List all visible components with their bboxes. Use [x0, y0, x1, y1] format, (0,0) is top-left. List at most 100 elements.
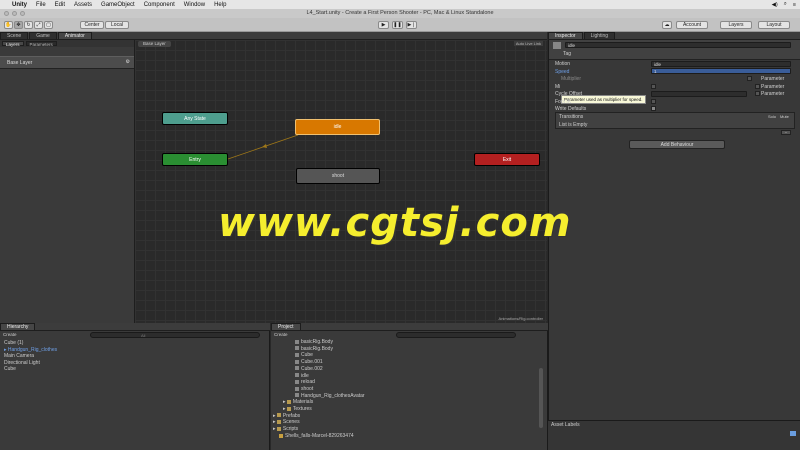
speed-label: Speed [555, 69, 570, 75]
state-name-field[interactable]: idle [565, 42, 791, 48]
search-icon[interactable]: ⌕ [784, 1, 787, 8]
cycle-param-checkbox[interactable] [755, 91, 760, 96]
state-shoot[interactable]: shoot [296, 168, 380, 184]
transitions-remove-button[interactable]: − [781, 130, 791, 135]
scene-tabs: Scene Game Animator [0, 32, 547, 40]
cloud-icon[interactable]: ☁ [662, 21, 672, 29]
animation-clip-icon [295, 373, 299, 378]
menu-file[interactable]: File [36, 2, 46, 8]
menu-window[interactable]: Window [184, 2, 205, 8]
mesh-icon [295, 366, 299, 371]
gear-icon[interactable]: ⚙ [126, 59, 130, 65]
menu-component[interactable]: Component [144, 2, 175, 8]
menu-app[interactable]: Unity [12, 2, 27, 8]
project-scrollbar[interactable] [539, 368, 543, 428]
layers-dropdown[interactable]: Layers [720, 21, 752, 29]
tab-inspector[interactable]: Inspector [548, 32, 583, 39]
transitions-label: Transitions [559, 114, 584, 120]
state-entry[interactable]: Entry [162, 153, 228, 166]
project-item[interactable]: Cube.001 [273, 359, 365, 366]
pivot-center-button[interactable]: Center [80, 21, 104, 29]
tab-hierarchy[interactable]: Hierarchy [0, 323, 36, 330]
tab-animator[interactable]: Animator [57, 32, 92, 39]
rotate-tool-icon[interactable]: ↻ [24, 21, 33, 29]
hierarchy-item[interactable]: Cube [4, 366, 57, 373]
foot-ik-checkbox[interactable] [651, 99, 656, 104]
avatar-icon [295, 393, 299, 398]
project-tabs: Project [271, 323, 548, 331]
move-tool-icon[interactable]: ✥ [14, 21, 23, 29]
state-idle[interactable]: idle [295, 119, 380, 135]
pivot-local-button[interactable]: Local [105, 21, 129, 29]
base-layer-item[interactable]: Base Layer ⚙ [0, 56, 134, 69]
cycle-offset-field[interactable] [651, 91, 747, 97]
tab-layers[interactable]: Layers [2, 41, 24, 47]
mirror-checkbox[interactable] [651, 84, 656, 89]
project-folder[interactable]: ▸ Scenes [273, 419, 365, 426]
animator-graph[interactable]: Base Layer Auto Live Link Any State Entr… [135, 40, 547, 323]
project-search-input[interactable] [396, 332, 516, 338]
animation-clip-icon [295, 386, 299, 391]
project-package[interactable]: Shells_falls-Marcel-829263474 [273, 433, 365, 440]
mesh-icon [295, 346, 299, 351]
menubar-status: ◀) ⌕ ≡ [772, 0, 796, 9]
project-create-button[interactable]: Create [274, 332, 288, 337]
tab-lighting[interactable]: Lighting [583, 32, 616, 39]
menu-list-icon[interactable]: ≡ [793, 2, 796, 8]
project-item[interactable]: idle [273, 373, 365, 380]
menu-assets[interactable]: Assets [74, 2, 92, 8]
scale-tool-icon[interactable]: ⤢ [34, 21, 43, 29]
hierarchy-search-input[interactable]: All [90, 332, 260, 338]
project-folder[interactable]: ▸ Prefabs [273, 413, 365, 420]
project-folder[interactable]: ▸ Materials [273, 399, 365, 406]
project-item[interactable]: Cube [273, 352, 365, 359]
hand-tool-icon[interactable]: ✋ [4, 21, 13, 29]
state-any-state[interactable]: Any State [162, 112, 228, 125]
animator-subtabs: Layers Parameters [0, 40, 134, 47]
tab-game[interactable]: Game [29, 32, 57, 39]
project-item[interactable]: basicRig.Body [273, 346, 365, 353]
inspector-header: idle Tag [549, 40, 800, 60]
mesh-icon [295, 353, 299, 358]
speed-field[interactable]: 1 [651, 68, 791, 74]
folder-icon [276, 426, 281, 431]
tab-project[interactable]: Project [271, 323, 301, 330]
transitions-list: Transitions Solo Mute List is Empty [555, 112, 795, 129]
tab-parameters[interactable]: Parameters [25, 41, 57, 47]
step-icon[interactable]: ▶❘ [406, 21, 417, 29]
project-item[interactable]: basicRig.Body [273, 339, 365, 346]
pause-icon[interactable]: ❚❚ [392, 21, 403, 29]
project-item[interactable]: Handgun_Rig_clothesAvatar [273, 393, 365, 400]
controller-path: Animations/Rig.controller [498, 316, 543, 321]
project-folder[interactable]: ▸ Textures [273, 406, 365, 413]
motion-field[interactable]: idle [651, 61, 791, 67]
mac-menubar: Unity File Edit Assets GameObject Compon… [0, 0, 800, 9]
menu-help[interactable]: Help [214, 2, 226, 8]
menu-edit[interactable]: Edit [55, 2, 65, 8]
label-tag-icon[interactable] [790, 431, 796, 436]
zoom-button[interactable] [20, 11, 25, 16]
menu-gameobject[interactable]: GameObject [101, 2, 135, 8]
add-behaviour-button[interactable]: Add Behaviour [629, 140, 725, 149]
mirror-param-checkbox[interactable] [755, 84, 760, 89]
minimize-button[interactable] [12, 11, 17, 16]
project-item[interactable]: Cube.002 [273, 366, 365, 373]
volume-icon[interactable]: ◀) [772, 2, 778, 8]
close-button[interactable] [4, 11, 9, 16]
watermark: www.cgtsj.com [218, 200, 572, 246]
mesh-icon [295, 359, 299, 364]
layout-dropdown[interactable]: Layout [758, 21, 790, 29]
write-defaults-checkbox[interactable] [651, 106, 656, 111]
hierarchy-create-button[interactable]: Create [3, 332, 17, 337]
play-icon[interactable]: ▶ [378, 21, 389, 29]
tab-scene[interactable]: Scene [0, 32, 29, 39]
project-folder[interactable]: ▸ Scripts [273, 426, 365, 433]
account-dropdown[interactable]: Account [676, 21, 708, 29]
multiplier-checkbox[interactable] [747, 76, 752, 81]
project-item[interactable]: shoot [273, 386, 365, 393]
project-item[interactable]: reload [273, 379, 365, 386]
state-exit[interactable]: Exit [474, 153, 540, 166]
asset-labels-title: Asset Labels [551, 422, 580, 428]
folder-icon [276, 420, 281, 425]
rect-tool-icon[interactable]: ▢ [44, 21, 53, 29]
